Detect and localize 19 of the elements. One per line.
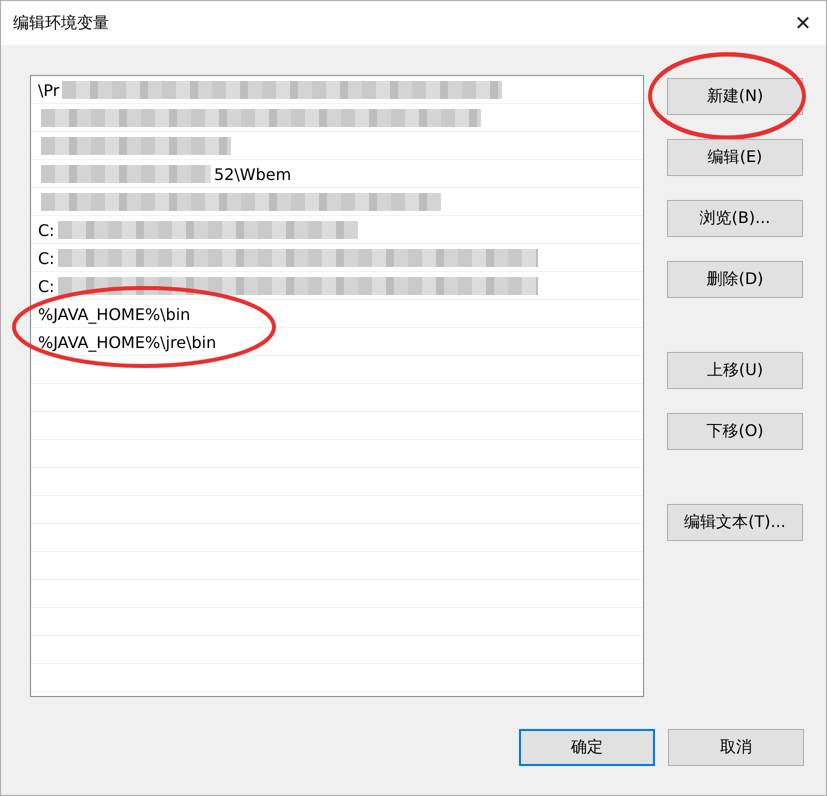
side-button[interactable]: 编辑文本(T)...: [667, 504, 803, 541]
side-button[interactable]: 上移(U): [667, 352, 803, 389]
path-fragment: C:: [38, 276, 55, 296]
side-button[interactable]: 下移(O): [667, 413, 803, 450]
side-button[interactable]: 编辑(E): [667, 139, 803, 176]
close-button[interactable]: ✕: [780, 1, 826, 45]
dialog-button[interactable]: 确定: [519, 729, 655, 766]
side-button[interactable]: 新建(N): [667, 78, 803, 115]
dialog-button[interactable]: 取消: [668, 729, 804, 766]
path-fragment: C:: [38, 220, 55, 240]
path-entry[interactable]: %JAVA_HOME%\jre\bin: [38, 332, 216, 352]
path-fragment: C:: [38, 248, 55, 268]
window-title: 编辑环境变量: [13, 12, 109, 34]
path-fragment: \Pr: [38, 80, 60, 100]
side-button[interactable]: 删除(D): [667, 261, 803, 298]
path-fragment: 52\Wbem: [214, 164, 292, 184]
path-list[interactable]: \Pr 52\Wbem C: C: C: %JAVA_HOME%\bin %JAVA_HOME%\jre\bin: [30, 75, 644, 697]
path-entry[interactable]: %JAVA_HOME%\bin: [38, 304, 190, 324]
side-button[interactable]: 浏览(B)...: [667, 200, 803, 237]
